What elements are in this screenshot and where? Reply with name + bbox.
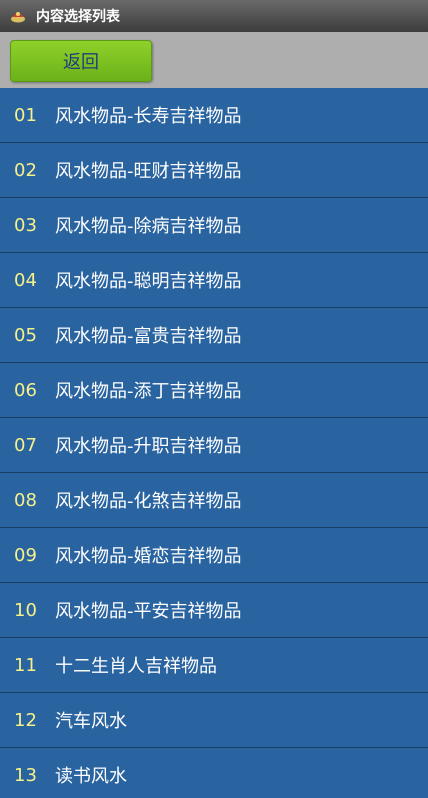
item-label: 风水物品-添丁吉祥物品	[55, 381, 242, 402]
item-number: 06	[14, 379, 37, 401]
item-label: 风水物品-富贵吉祥物品	[55, 326, 242, 347]
item-label: 风水物品-聪明吉祥物品	[55, 271, 242, 292]
list-item[interactable]: 11 十二生肖人吉祥物品	[0, 638, 428, 693]
item-label: 风水物品-婚恋吉祥物品	[55, 546, 242, 567]
item-label: 风水物品-长寿吉祥物品	[55, 106, 242, 127]
item-number: 11	[14, 654, 37, 676]
list-item[interactable]: 12 汽车风水	[0, 693, 428, 748]
list-item[interactable]: 02 风水物品-旺财吉祥物品	[0, 143, 428, 198]
list-item[interactable]: 05 风水物品-富贵吉祥物品	[0, 308, 428, 363]
item-number: 13	[14, 764, 37, 786]
item-number: 05	[14, 324, 37, 346]
list-item[interactable]: 13 读书风水	[0, 748, 428, 798]
toolbar: 返回	[0, 32, 428, 88]
content-list: 01 风水物品-长寿吉祥物品 02 风水物品-旺财吉祥物品 03 风水物品-除病…	[0, 88, 428, 798]
back-button[interactable]: 返回	[10, 40, 152, 82]
item-number: 09	[14, 544, 37, 566]
list-item[interactable]: 03 风水物品-除病吉祥物品	[0, 198, 428, 253]
item-label: 风水物品-旺财吉祥物品	[55, 161, 242, 182]
list-item[interactable]: 08 风水物品-化煞吉祥物品	[0, 473, 428, 528]
item-label: 风水物品-升职吉祥物品	[55, 436, 242, 457]
list-item[interactable]: 10 风水物品-平安吉祥物品	[0, 583, 428, 638]
item-label: 风水物品-除病吉祥物品	[55, 216, 242, 237]
item-number: 07	[14, 434, 37, 456]
list-item[interactable]: 01 风水物品-长寿吉祥物品	[0, 88, 428, 143]
list-item[interactable]: 09 风水物品-婚恋吉祥物品	[0, 528, 428, 583]
item-number: 10	[14, 599, 37, 621]
list-item[interactable]: 04 风水物品-聪明吉祥物品	[0, 253, 428, 308]
title-bar: 内容选择列表	[0, 0, 428, 32]
item-number: 01	[14, 104, 37, 126]
list-item[interactable]: 06 风水物品-添丁吉祥物品	[0, 363, 428, 418]
item-number: 04	[14, 269, 37, 291]
list-item[interactable]: 07 风水物品-升职吉祥物品	[0, 418, 428, 473]
item-number: 08	[14, 489, 37, 511]
item-label: 汽车风水	[55, 711, 127, 732]
item-number: 12	[14, 709, 37, 731]
item-number: 02	[14, 159, 37, 181]
item-label: 读书风水	[55, 766, 127, 787]
item-label: 风水物品-化煞吉祥物品	[55, 491, 242, 512]
app-logo-icon	[11, 12, 25, 23]
item-number: 03	[14, 214, 37, 236]
window-title: 内容选择列表	[36, 9, 120, 25]
item-label: 风水物品-平安吉祥物品	[55, 601, 242, 622]
item-label: 十二生肖人吉祥物品	[55, 656, 217, 677]
